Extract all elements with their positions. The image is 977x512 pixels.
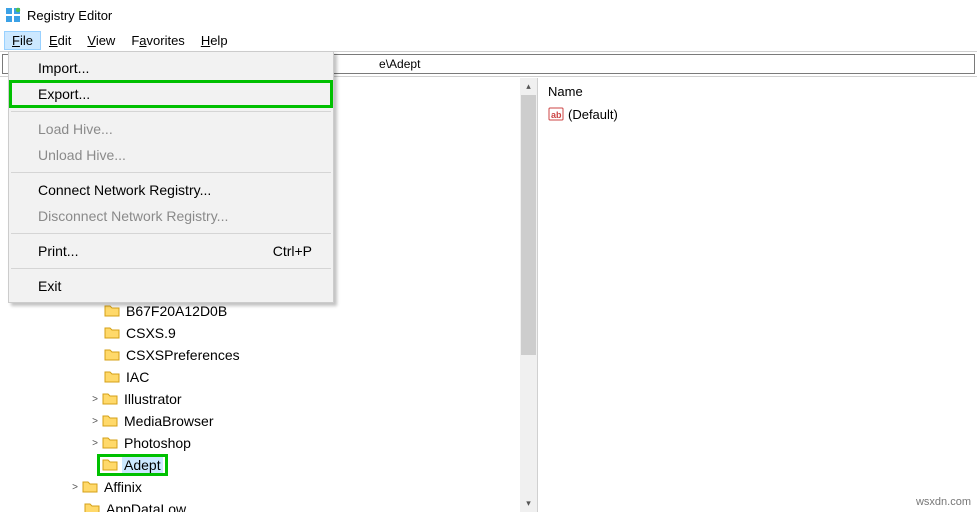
folder-icon (102, 391, 118, 407)
tree-item[interactable]: MediaBrowser (122, 413, 215, 429)
menu-connect-network[interactable]: Connect Network Registry... (10, 177, 332, 203)
menu-favorites[interactable]: Favorites (123, 31, 192, 50)
svg-text:ab: ab (551, 110, 562, 120)
tree-item[interactable]: IAC (124, 369, 151, 385)
expand-icon[interactable]: > (68, 482, 82, 493)
tree-item[interactable]: CSXS.9 (124, 325, 178, 341)
watermark: wsxdn.com (916, 496, 971, 508)
tree-item[interactable]: B67F20A12D0B (124, 303, 229, 319)
menu-print-shortcut: Ctrl+P (273, 243, 312, 259)
tree-item[interactable]: Illustrator (122, 391, 184, 407)
expand-icon[interactable]: > (88, 416, 102, 427)
menu-exit[interactable]: Exit (10, 273, 332, 299)
menu-load-hive: Load Hive... (10, 116, 332, 142)
menu-disconnect-network: Disconnect Network Registry... (10, 203, 332, 229)
titlebar: Registry Editor (0, 0, 977, 30)
column-header-name[interactable]: Name (548, 82, 967, 105)
folder-icon (104, 303, 120, 319)
folder-icon (102, 435, 118, 451)
file-dropdown: Import... Export... Load Hive... Unload … (8, 51, 334, 303)
folder-icon (102, 413, 118, 429)
menu-separator (11, 233, 331, 234)
folder-icon (104, 347, 120, 363)
tree-item[interactable]: AppDataLow (104, 501, 188, 512)
list-item[interactable]: ab (Default) (548, 105, 967, 123)
registry-tree[interactable]: ∨ Adobe B67F20A12D0B CSXS.9 CSXSPreferen… (0, 278, 520, 512)
scrollbar-vertical[interactable]: ▴ ▾ (520, 78, 537, 512)
menu-separator (11, 172, 331, 173)
scroll-thumb[interactable] (521, 95, 536, 355)
menu-export[interactable]: Export... (10, 81, 332, 107)
menu-help[interactable]: Help (193, 31, 236, 50)
tree-item[interactable]: Photoshop (122, 435, 193, 451)
expand-icon[interactable]: > (88, 394, 102, 405)
menu-separator (11, 268, 331, 269)
menu-edit[interactable]: Edit (41, 31, 79, 50)
tree-item-selected[interactable]: Adept (100, 457, 165, 473)
menu-print[interactable]: Print... Ctrl+P (10, 238, 332, 264)
value-name: (Default) (568, 107, 618, 122)
window-title: Registry Editor (27, 8, 112, 23)
folder-icon (104, 369, 120, 385)
tree-item[interactable]: Affinix (102, 479, 144, 495)
menu-file[interactable]: File (4, 31, 41, 50)
scroll-down-icon[interactable]: ▾ (520, 495, 537, 512)
menu-separator (11, 111, 331, 112)
menu-import[interactable]: Import... (10, 55, 332, 81)
folder-icon (84, 501, 100, 512)
tree-item-adept: Adept (122, 457, 163, 473)
tree-item[interactable]: CSXSPreferences (124, 347, 242, 363)
folder-icon (102, 457, 118, 473)
regedit-icon (5, 7, 21, 23)
folder-icon (82, 479, 98, 495)
menu-view[interactable]: View (79, 31, 123, 50)
menu-print-label: Print... (38, 243, 78, 259)
menubar: File Edit View Favorites Help (0, 30, 977, 52)
folder-icon (104, 325, 120, 341)
expand-icon[interactable]: > (88, 438, 102, 449)
address-text: e\Adept (379, 57, 420, 71)
menu-unload-hive: Unload Hive... (10, 142, 332, 168)
values-pane: Name ab (Default) (538, 78, 977, 512)
string-value-icon: ab (548, 106, 564, 122)
scroll-up-icon[interactable]: ▴ (520, 78, 537, 95)
